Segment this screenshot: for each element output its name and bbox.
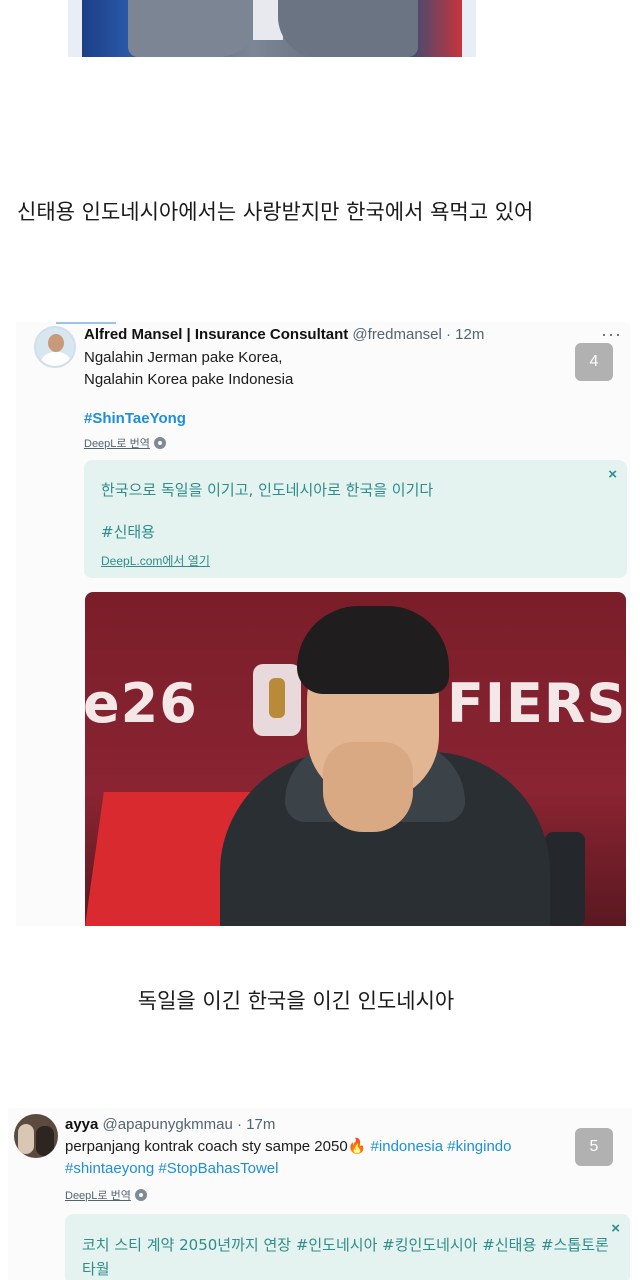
chair-back [545,832,585,926]
translation-line-1: 한국으로 독일을 이기고, 인도네시아로 한국을 이기다 [101,481,434,499]
avatar[interactable] [34,326,76,368]
caption-top: 신태용 인도네시아에서는 사랑받지만 한국에서 욕먹고 있어 [17,200,534,224]
translation-box: 코치 스티 계약 2050년까지 연장 #인도네시아 #킹인도네시아 #신태용 … [65,1214,630,1280]
more-icon[interactable]: ··· [601,324,622,345]
top-photo-figure-right [278,0,418,57]
deepl-translate-button[interactable]: DeepL로 번역 [84,435,166,451]
backdrop-text-right: FIERS [447,672,626,735]
tweet-text-plain: perpanjang kontrak coach sty sampe 2050 [65,1138,348,1155]
hashtag-links-1[interactable]: #indonesia #kingindo [371,1138,512,1155]
deepl-open-link[interactable]: DeepL.com에서 열기 [101,552,210,569]
avatar-person-1 [18,1124,34,1154]
top-photo [68,0,476,57]
author-handle[interactable]: @apapunygkmmau · 17m [103,1116,276,1133]
translation-line-2: #신태용 [101,523,155,541]
tweet-header: Alfred Mansel | Insurance Consultant @fr… [84,326,484,343]
author-name[interactable]: ayya [65,1116,98,1133]
tweet-text-line-1: Ngalahin Jerman pake Korea, [84,349,283,366]
gear-icon[interactable] [153,437,166,449]
caption-middle: 독일을 이긴 한국을 이긴 인도네시아 [137,989,455,1013]
deepl-label: DeepL로 번역 [84,438,150,450]
trophy-logo [253,664,301,736]
author-name[interactable]: Alfred Mansel | Insurance Consultant [84,326,348,343]
backdrop-text-left: e26 [85,672,198,735]
top-photo-figure-left [128,0,258,57]
avatar-body [40,352,72,366]
tweet-photo[interactable]: e26 FIERS [85,592,626,926]
translation-box: 한국으로 독일을 이기고, 인도네시아로 한국을 이기다 #신태용 DeepL.… [84,460,627,578]
page-badge: 4 [575,343,613,381]
coach-hair [297,606,449,694]
author-handle[interactable]: @fredmansel · 12m [352,326,484,343]
deepl-translate-button[interactable]: DeepL로 번역 [65,1187,147,1203]
translation-line-1: 코치 스티 계약 2050년까지 연장 #인도네시아 #킹인도네시아 #신태용 … [82,1236,609,1278]
tweet-header: ayya @apapunygkmmau · 17m [65,1116,275,1133]
deepl-label: DeepL로 번역 [65,1190,131,1202]
close-icon[interactable]: × [611,1220,620,1237]
tweet-text: perpanjang kontrak coach sty sampe 2050🔥… [65,1136,625,1180]
tweet-text-line-2: Ngalahin Korea pake Indonesia [84,371,294,388]
tweet-card-2[interactable]: ayya @apapunygkmmau · 17m perpanjang kon… [8,1108,632,1280]
avatar-person-2 [36,1126,54,1156]
gear-icon[interactable] [134,1189,147,1201]
avatar[interactable] [14,1114,58,1158]
fire-emoji: 🔥 [347,1138,367,1155]
tweet-card-1[interactable]: Alfred Mansel | Insurance Consultant @fr… [16,322,630,926]
page-badge: 5 [575,1128,613,1166]
top-accent-line [56,322,116,324]
tweet-text: Ngalahin Jerman pake Korea, Ngalahin Kor… [84,347,293,391]
avatar-face [48,334,64,352]
hashtag-links-2[interactable]: #shintaeyong #StopBahasTowel [65,1160,279,1177]
coach-hand [323,742,413,832]
hashtag-link[interactable]: #ShinTaeYong [84,410,186,427]
close-icon[interactable]: × [608,466,617,483]
